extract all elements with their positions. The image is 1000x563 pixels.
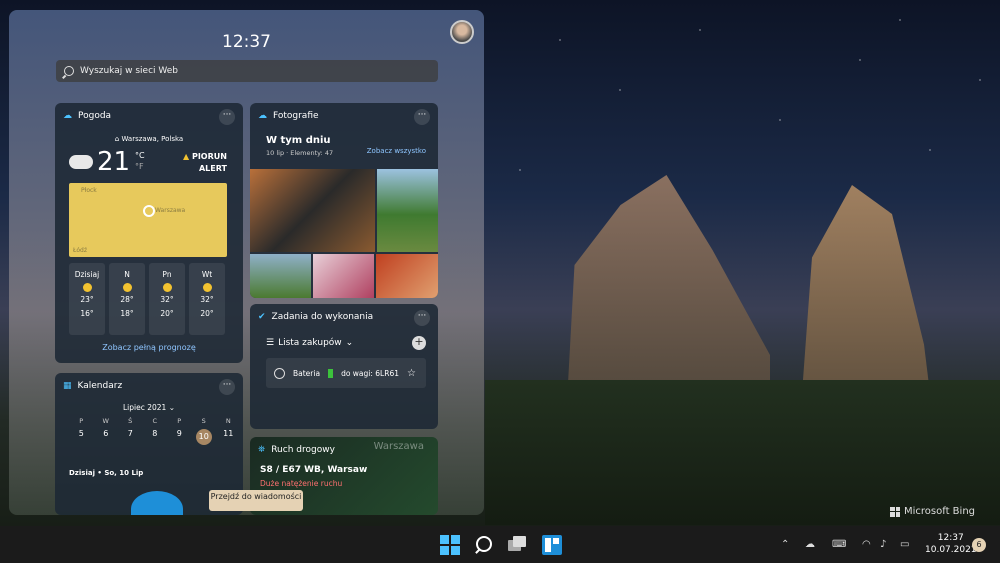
- onedrive-icon: ☁: [258, 111, 267, 121]
- calendar-day[interactable]: 5: [69, 429, 94, 445]
- calendar-today-label: Dzisiaj • So, 10 Lip: [69, 469, 144, 477]
- task-view-button[interactable]: [508, 535, 528, 555]
- forecast-day[interactable]: Dzisiaj 23° 16°: [69, 263, 105, 335]
- photos-subtitle: 10 lip · Elementy: 47: [266, 149, 334, 157]
- start-button[interactable]: [440, 535, 460, 555]
- calendar-illustration: [131, 491, 183, 515]
- web-search-input[interactable]: Wyszukaj w sieci Web: [56, 60, 438, 82]
- see-all-link[interactable]: Zobacz wszystko: [367, 147, 426, 155]
- forecast-day[interactable]: N 28° 18°: [109, 263, 145, 335]
- go-to-news-button[interactable]: Przejdź do wiadomości: [209, 490, 303, 511]
- taskbar: ⌃ ☁ ⌨ ◠ ♪ ▭ 12:37 10.07.2021 6: [0, 526, 1000, 563]
- traffic-icon: ⛯: [258, 445, 266, 455]
- photo-thumbnail[interactable]: [376, 254, 438, 298]
- calendar-day[interactable]: 9: [167, 429, 192, 445]
- forecast-day[interactable]: Wt 32° 20°: [189, 263, 225, 335]
- forecast-day[interactable]: Pn 32° 20°: [149, 263, 185, 335]
- calendar-day[interactable]: 6: [94, 429, 119, 445]
- photos-more-button[interactable]: ···: [414, 109, 430, 125]
- search-icon: [64, 66, 74, 76]
- calendar-header: ▦ Kalendarz: [63, 381, 123, 391]
- traffic-header: ⛯ Ruch drogowy: [258, 445, 335, 455]
- weather-temperature: 21: [97, 147, 131, 177]
- weather-units[interactable]: °C °F: [135, 150, 145, 172]
- calendar-day[interactable]: 8: [143, 429, 168, 445]
- search-button[interactable]: [474, 535, 494, 555]
- task-checkbox[interactable]: [274, 367, 285, 379]
- onedrive-icon[interactable]: ☁: [805, 539, 815, 550]
- photos-widget[interactable]: ☁ Fotografie ··· W tym dniu 10 lip · Ele…: [250, 103, 438, 298]
- weather-more-button[interactable]: ···: [219, 109, 235, 125]
- add-task-button[interactable]: +: [412, 336, 426, 350]
- task-item[interactable]: Bateria do wagi: 6LR61 ☆: [266, 358, 426, 388]
- microsoft-logo-icon: [890, 506, 900, 517]
- sun-icon: [162, 283, 172, 292]
- calendar-icon: ▦: [63, 381, 72, 391]
- tasks-more-button[interactable]: ···: [414, 310, 430, 326]
- calendar-grid: PWŚCPSN 5 6 7 8 9 10 11: [69, 417, 241, 445]
- weather-alert[interactable]: ▲ PIORUN ALERT: [183, 151, 227, 175]
- tasks-widget[interactable]: ✔ Zadania do wykonania ··· ☰ Lista zakup…: [250, 304, 438, 429]
- sun-icon: [202, 283, 212, 292]
- user-avatar[interactable]: [450, 20, 474, 44]
- weather-map[interactable]: Płock Warszawa Łódź: [69, 183, 227, 257]
- photos-heading: W tym dniu: [266, 135, 331, 146]
- sun-icon: [82, 283, 92, 292]
- traffic-status: Duże natężenie ruchu: [260, 479, 343, 488]
- list-icon: ☰: [266, 338, 275, 348]
- sun-icon: [122, 283, 132, 292]
- calendar-month-selector[interactable]: Lipiec 2021 ⌄: [55, 403, 243, 412]
- photos-header: ☁ Fotografie: [258, 111, 319, 121]
- weather-location: ⌂ Warszawa, Polska: [114, 135, 184, 143]
- volume-icon[interactable]: ♪: [880, 539, 886, 550]
- tasks-header: ✔ Zadania do wykonania: [258, 312, 374, 322]
- photo-thumbnail[interactable]: [250, 169, 375, 252]
- calendar-day-today[interactable]: 10: [192, 429, 217, 445]
- wifi-icon[interactable]: ◠: [862, 539, 871, 550]
- photo-thumbnail[interactable]: [313, 254, 374, 298]
- notification-badge[interactable]: 6: [972, 538, 986, 552]
- weather-widget[interactable]: ☁ Pogoda ··· ⌂ Warszawa, Polska 21 °C °F …: [55, 103, 243, 363]
- widgets-button[interactable]: [542, 535, 562, 555]
- calendar-day[interactable]: 7: [118, 429, 143, 445]
- battery-icon[interactable]: ▭: [900, 539, 909, 550]
- battery-icon: [328, 368, 334, 378]
- weather-cloud-icon: [69, 155, 93, 169]
- checkmark-icon: ✔: [258, 312, 266, 322]
- traffic-road: S8 / E67 WB, Warsaw: [260, 465, 368, 475]
- wallpaper-forest: [485, 380, 1000, 525]
- traffic-map-city: Warszawa: [373, 441, 424, 452]
- calendar-more-button[interactable]: ···: [219, 379, 235, 395]
- weather-header: ☁ Pogoda: [63, 111, 112, 121]
- widgets-panel: 12:37 Wyszukaj w sieci Web ☁ Pogoda ··· …: [9, 10, 484, 515]
- calendar-day[interactable]: 11: [216, 429, 241, 445]
- full-forecast-link[interactable]: Zobacz pełną prognozę: [55, 343, 243, 352]
- bing-watermark: Microsoft Bing: [890, 506, 975, 517]
- photo-thumbnail[interactable]: [377, 169, 438, 252]
- star-icon[interactable]: ☆: [407, 368, 416, 379]
- weather-forecast: Dzisiaj 23° 16° N 28° 18° Pn 32° 20° Wt 32° 20°: [69, 263, 225, 335]
- location-marker-icon: [143, 205, 155, 217]
- panel-time: 12:37: [222, 32, 271, 52]
- chevron-down-icon: ⌄: [345, 338, 354, 348]
- taskbar-clock[interactable]: 12:37 10.07.2021: [925, 532, 977, 556]
- chevron-up-icon[interactable]: ⌃: [781, 539, 789, 550]
- cloud-icon: ☁: [63, 111, 72, 121]
- photo-thumbnail[interactable]: [250, 254, 311, 298]
- task-list-selector[interactable]: ☰ Lista zakupów ⌄: [266, 338, 353, 348]
- keyboard-icon[interactable]: ⌨: [832, 539, 846, 550]
